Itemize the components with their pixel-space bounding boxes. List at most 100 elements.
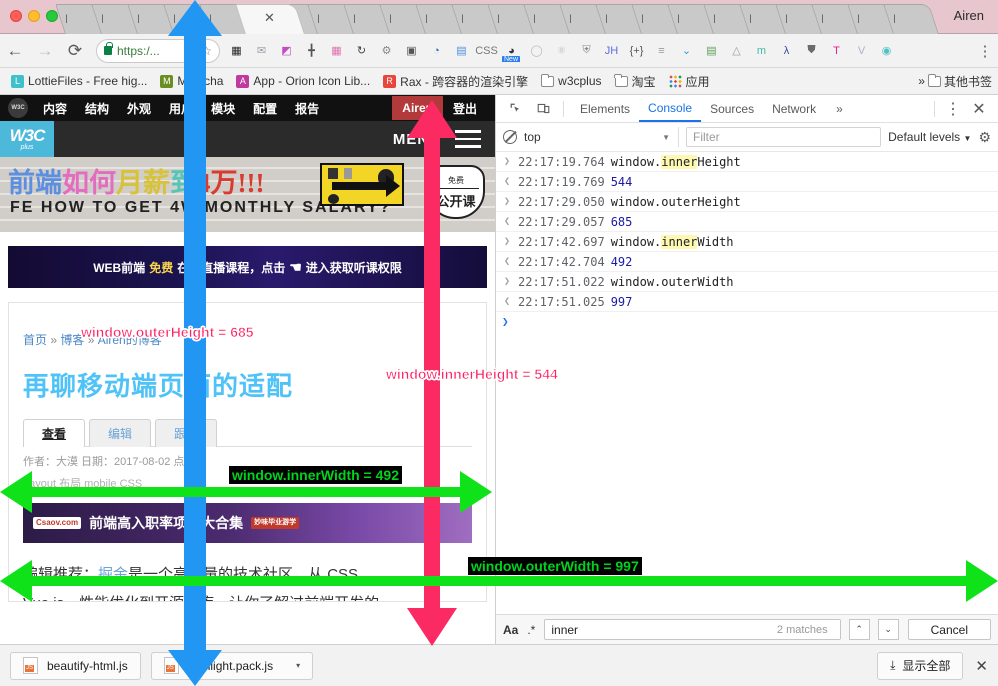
admin-username[interactable]: Airen — [392, 96, 443, 120]
console-output-row[interactable]: ❮ 22:17:29.057 685 — [496, 212, 998, 232]
bookmarks-bar[interactable]: L LottieFiles - Free hig... M Mathcha A App -… — [0, 68, 998, 95]
tab-close-icon[interactable]: ✕ — [264, 11, 275, 24]
list-icon[interactable]: ≡ — [649, 40, 674, 62]
site-logo[interactable]: W3C plus — [0, 121, 54, 157]
console-output-row[interactable]: ❮ 22:17:19.769 544 — [496, 172, 998, 192]
address-bar[interactable]: https:/... ☆ — [96, 38, 220, 63]
note-icon[interactable]: ▤ — [699, 40, 724, 62]
post-tags[interactable]: Layout 布局 mobile CSS — [23, 475, 472, 491]
admin-logout-link[interactable]: 登出 — [443, 100, 487, 117]
execution-context-select[interactable]: top ▼ — [524, 127, 679, 147]
close-window-button[interactable] — [10, 10, 22, 22]
post-tabs[interactable]: 查看 编辑 跟踪 — [23, 419, 472, 447]
devtools-tabbar[interactable]: Elements Console Sources Network » ⋮ ✕ — [496, 95, 998, 123]
jh-extension-icon[interactable]: JH — [599, 40, 624, 62]
bookmarks-overflow-chevron[interactable]: » — [918, 74, 925, 88]
console-input-row[interactable]: ❯ 22:17:51.022 window.outerWidth — [496, 272, 998, 292]
devtools-tab-elements[interactable]: Elements — [571, 97, 639, 121]
admin-toolbar[interactable]: W3C 内容 结构 外观 用户 模块 配置 报告 Airen 登出 — [0, 95, 495, 121]
screenshot-icon[interactable]: ▣ — [399, 40, 424, 62]
m-circle-icon[interactable]: m — [749, 40, 774, 62]
admin-nav-item[interactable]: 报告 — [286, 100, 328, 117]
bookmarks-overflow[interactable]: » 其他书签 — [918, 73, 992, 90]
search-next-button[interactable]: ⌄ — [877, 619, 899, 640]
admin-nav-item[interactable]: 外观 — [118, 100, 160, 117]
image-extension-icon[interactable]: ▤ — [449, 40, 474, 62]
admin-nav-item[interactable]: 模块 — [202, 100, 244, 117]
promo-banner-inline[interactable]: Csaov.com 前端高入职率项目大合集 妙味毕业游学 — [23, 503, 472, 543]
match-case-icon[interactable]: Aa — [503, 623, 518, 637]
post-tab[interactable]: 查看 — [23, 419, 86, 447]
window-controls[interactable] — [10, 10, 58, 22]
refresh-extension-icon[interactable]: ↻ — [349, 40, 374, 62]
log-levels-select[interactable]: Default levels ▼ — [888, 130, 971, 144]
bookmark-item[interactable]: L LottieFiles - Free hig... — [6, 72, 152, 90]
other-bookmarks-label[interactable]: 其他书签 — [944, 73, 992, 90]
bookmark-item[interactable]: R Rax - 跨容器的渲染引擎 — [378, 71, 533, 92]
breadcrumb-item[interactable]: 博客 — [60, 333, 84, 347]
opera-icon[interactable]: ◯ — [524, 40, 549, 62]
triangle-icon[interactable]: △ — [724, 40, 749, 62]
devtools-close-icon[interactable]: ✕ — [966, 98, 992, 120]
balloon-icon[interactable]: ◉ — [874, 40, 899, 62]
download-extension-icon[interactable]: ⌄ — [674, 40, 699, 62]
clear-console-icon[interactable] — [503, 130, 517, 144]
search-prev-button[interactable]: ⌃ — [848, 619, 870, 640]
lambda-icon[interactable]: λ — [774, 40, 799, 62]
bookmark-item[interactable]: w3cplus — [536, 72, 606, 90]
extension-icons[interactable]: ▦ ✉ ◩ ╋ ▦ ↻ ⚙ ▣ ◔ ▤ CSS ◕ New ◯ ⚛ ⛨ JH {+} ≡ ⌄ ▤ △ m λ ⛊ T V ◉ — [224, 40, 972, 62]
inspect-element-icon[interactable] — [502, 98, 528, 120]
hero-banner[interactable]: 前端如何月薪到4万!!! FE HOW TO GET 4W MONTHLY SA… — [0, 157, 495, 232]
palette-icon[interactable]: ◕ New — [499, 40, 524, 62]
device-toolbar-icon[interactable] — [530, 98, 556, 120]
console-output[interactable]: ❯ 22:17:19.764 window.innerHeight ❮ 22:17:19… — [496, 152, 998, 614]
gradient-icon[interactable]: ▦ — [324, 40, 349, 62]
minimize-window-button[interactable] — [28, 10, 40, 22]
console-input-row[interactable]: ❯ 22:17:29.050 window.outerHeight — [496, 192, 998, 212]
profile-name[interactable]: Airen — [954, 8, 984, 23]
download-menu-caret-icon[interactable]: ▾ — [296, 661, 300, 670]
hero-free-course-badge[interactable]: 免费 公开课 — [427, 165, 485, 219]
download-item[interactable]: beautify-html.js — [10, 651, 141, 680]
console-output-row[interactable]: ❮ 22:17:42.704 492 — [496, 252, 998, 272]
console-prompt[interactable]: ❯ — [496, 312, 998, 331]
console-filter-input[interactable]: Filter — [686, 127, 882, 147]
css-extension-icon[interactable]: CSS — [474, 40, 499, 62]
reco-link[interactable]: 掘金 — [98, 566, 128, 583]
admin-nav-item[interactable]: 结构 — [76, 100, 118, 117]
post-tab[interactable]: 跟踪 — [155, 419, 218, 447]
bookmark-item[interactable]: 淘宝 — [610, 71, 661, 92]
download-item[interactable]: highlight.pack.js ▾ — [150, 651, 314, 680]
search-cancel-button[interactable]: Cancel — [907, 619, 991, 640]
show-all-downloads-button[interactable]: ⤓ 显示全部 — [877, 651, 964, 680]
site-menu-label[interactable]: MENU — [393, 131, 441, 148]
bookmark-item[interactable]: A App - Orion Icon Lib... — [231, 72, 375, 90]
breadcrumb-item[interactable]: 首页 — [23, 333, 47, 347]
close-shelf-icon[interactable]: ✕ — [975, 657, 988, 675]
devtools-more-tabs[interactable]: » — [827, 97, 852, 121]
shield-extension-icon[interactable]: ⛨ — [574, 40, 599, 62]
hamburger-menu-icon[interactable] — [455, 125, 481, 153]
v-icon[interactable]: V — [849, 40, 874, 62]
devtools-tab-console[interactable]: Console — [639, 96, 702, 122]
maximize-window-button[interactable] — [46, 10, 58, 22]
t-circle-icon[interactable]: T — [824, 40, 849, 62]
color-picker-icon[interactable]: ◩ — [274, 40, 299, 62]
tab-strip[interactable]: |||||✕|||||||||||||||||| — [55, 4, 940, 34]
admin-user-area[interactable]: Airen 登出 — [392, 96, 487, 120]
braces-icon[interactable]: {+} — [624, 40, 649, 62]
forward-icon[interactable]: → — [30, 41, 60, 61]
bookmark-item[interactable]: 应用 — [664, 71, 715, 92]
browser-tab[interactable]: | — [883, 4, 939, 34]
console-output-row[interactable]: ❮ 22:17:51.025 997 — [496, 292, 998, 312]
gear-extension-icon[interactable]: ⚙ — [374, 40, 399, 62]
devtools-tab-sources[interactable]: Sources — [701, 97, 763, 121]
atom-icon[interactable]: ⚛ — [549, 40, 574, 62]
qr-code-icon[interactable]: ▦ — [224, 40, 249, 62]
devtools-kebab-icon[interactable]: ⋮ — [940, 98, 966, 120]
admin-nav-item[interactable]: 内容 — [34, 100, 76, 117]
reload-icon[interactable]: ⟳ — [60, 41, 90, 61]
search-input[interactable]: inner 2 matches — [544, 619, 841, 640]
devtools-tab-network[interactable]: Network — [763, 97, 825, 121]
post-tab[interactable]: 编辑 — [89, 419, 152, 447]
